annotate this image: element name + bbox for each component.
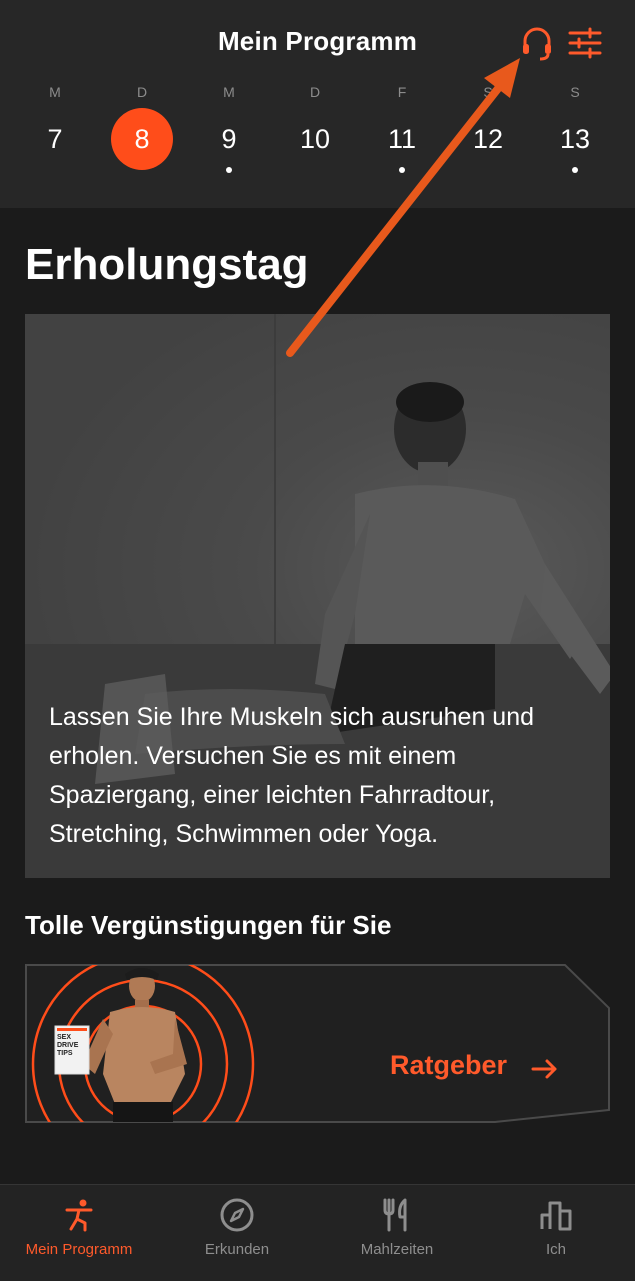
tab-ich[interactable]: Ich bbox=[477, 1185, 635, 1281]
workout-dot bbox=[572, 167, 578, 173]
person-stretch-icon bbox=[61, 1197, 97, 1233]
day-letter: S bbox=[570, 84, 580, 100]
day-number: 13 bbox=[559, 124, 591, 154]
bar-chart-icon bbox=[538, 1197, 574, 1233]
day-number: 10 bbox=[299, 124, 331, 154]
day-letter: M bbox=[49, 84, 61, 100]
workout-dot bbox=[399, 167, 405, 173]
sliders-icon[interactable] bbox=[566, 24, 604, 62]
day-number: 8 bbox=[111, 108, 173, 170]
arrow-right-icon[interactable] bbox=[530, 1054, 560, 1084]
section-title: Erholungstag bbox=[25, 240, 309, 289]
day-letter: D bbox=[136, 84, 148, 100]
day-number: 12 bbox=[472, 124, 504, 154]
headset-icon[interactable] bbox=[518, 24, 556, 62]
fork-knife-icon bbox=[379, 1197, 415, 1233]
day-number: 9 bbox=[221, 124, 237, 154]
tab-bar: Mein Programm Erkunden Mahlzeiten Ich bbox=[0, 1184, 635, 1281]
tab-mahlzeiten[interactable]: Mahlzeiten bbox=[318, 1185, 476, 1281]
day-letter: D bbox=[309, 84, 321, 100]
header: Mein Programm M 7 D 8 M 9 D 10 F 11 S 12… bbox=[0, 0, 635, 208]
tab-label: Mahlzeiten bbox=[360, 1241, 434, 1258]
promo-label[interactable]: Ratgeber bbox=[390, 1050, 507, 1081]
workout-dot bbox=[226, 167, 232, 173]
tab-erkunden[interactable]: Erkunden bbox=[158, 1185, 316, 1281]
rest-day-card[interactable]: Lassen Sie Ihre Muskeln sich ausruhen un… bbox=[25, 314, 610, 878]
day-number: 11 bbox=[387, 124, 417, 154]
day-number: 7 bbox=[47, 124, 63, 154]
tab-label: Erkunden bbox=[204, 1241, 270, 1258]
tab-label: Mein Programm bbox=[25, 1241, 133, 1258]
compass-icon bbox=[219, 1197, 255, 1233]
tab-mein-programm[interactable]: Mein Programm bbox=[0, 1185, 158, 1281]
promo-banner[interactable]: SEX DRIVE TIPS bbox=[25, 964, 611, 1124]
day-letter: M bbox=[223, 84, 235, 100]
day-letter: F bbox=[397, 84, 407, 100]
tab-label: Ich bbox=[545, 1241, 566, 1258]
rest-day-description: Lassen Sie Ihre Muskeln sich ausruhen un… bbox=[49, 703, 535, 848]
promo-book-title: SEX DRIVE TIPS bbox=[57, 1034, 79, 1057]
day-letter: S bbox=[483, 84, 493, 100]
offers-title: Tolle Vergünstigungen für Sie bbox=[25, 910, 392, 940]
